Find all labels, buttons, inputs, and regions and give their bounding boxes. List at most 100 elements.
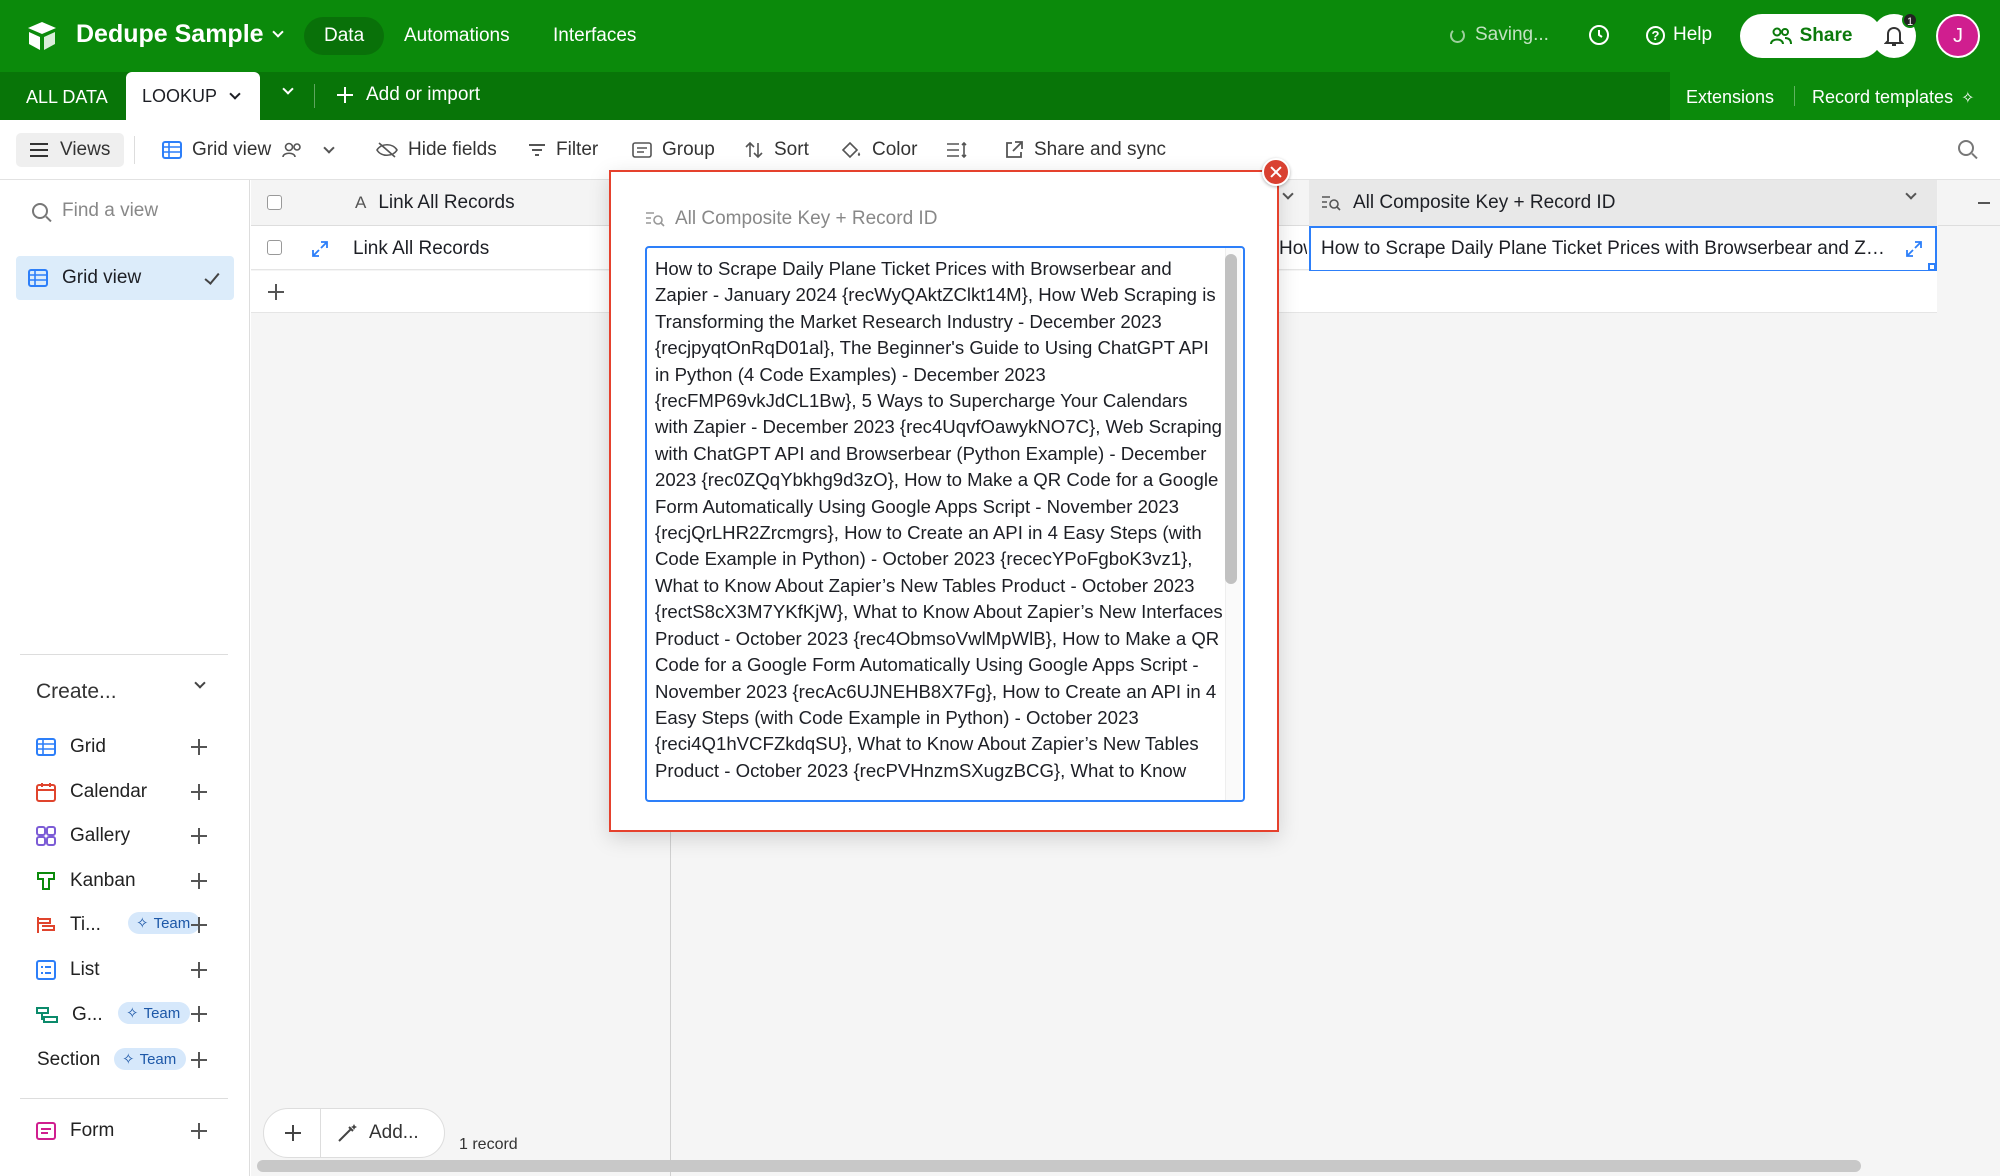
grid-icon: [162, 141, 182, 159]
table-tab-lookup[interactable]: LOOKUP: [126, 72, 260, 120]
row-height-icon: [947, 141, 967, 159]
add-list-plus-icon[interactable]: [191, 962, 207, 978]
add-form-plus-icon[interactable]: [191, 1123, 207, 1139]
create-item-label: Grid: [70, 736, 106, 757]
add-section-plus-icon[interactable]: [191, 1052, 207, 1068]
row-checkbox[interactable]: [267, 240, 282, 255]
group-icon: [632, 142, 652, 158]
textarea-scroll-track[interactable]: [1225, 248, 1241, 800]
lookup-cell[interactable]: How to Scrape Daily Plane Ticket Prices …: [1309, 226, 1937, 272]
list-icon: [36, 960, 56, 980]
table-tab-all-data[interactable]: ALL DATA: [26, 72, 108, 120]
help-button[interactable]: ? Help: [1646, 24, 1712, 46]
team-label: Team: [143, 1004, 181, 1022]
base-name-menu[interactable]: Dedupe Sample: [76, 20, 284, 49]
lookup-cell-value: How to Scrape Daily Plane Ticket Prices …: [1321, 238, 1903, 259]
airtable-logo-icon[interactable]: [24, 18, 60, 54]
share-and-sync-label: Share and sync: [1034, 139, 1167, 160]
gallery-icon: [36, 826, 56, 846]
add-gallery-plus-icon[interactable]: [191, 828, 207, 844]
bell-icon: [1884, 26, 1904, 46]
add-grid-plus-icon[interactable]: [191, 739, 207, 755]
record-templates-button[interactable]: Record templates ✧: [1812, 87, 1974, 108]
nav-tab-interfaces[interactable]: Interfaces: [533, 17, 656, 55]
notification-badge: 1: [1902, 12, 1918, 28]
sparkle-icon: ✧: [1961, 89, 1975, 107]
column-header-primary[interactable]: A Link All Records: [355, 192, 515, 214]
close-icon[interactable]: [1262, 158, 1290, 186]
team-badge: ✧ Team: [114, 1048, 187, 1070]
hide-fields-button[interactable]: Hide fields: [376, 120, 497, 180]
select-all-checkbox[interactable]: [267, 195, 282, 210]
add-timeline-plus-icon[interactable]: [191, 917, 207, 933]
textarea-scrollbar-thumb[interactable]: [1225, 254, 1237, 584]
search-icon: [32, 203, 48, 219]
find-view-input[interactable]: Find a view: [32, 200, 158, 222]
views-toggle-button[interactable]: Views: [16, 133, 125, 167]
create-item-label: G...: [72, 1004, 103, 1025]
timeline-icon: [37, 917, 55, 933]
sidebar-item-grid-view[interactable]: Grid view: [16, 256, 234, 300]
avatar[interactable]: J: [1936, 14, 1980, 58]
expanded-cell-dialog: All Composite Key + Record ID How to Scr…: [609, 170, 1279, 832]
create-label: Create...: [36, 680, 117, 703]
nav-tab-automations[interactable]: Automations: [384, 17, 530, 55]
create-item-label: Gallery: [70, 825, 131, 846]
create-gallery-view[interactable]: Gallery: [36, 821, 216, 851]
plus-icon[interactable]: [284, 1124, 302, 1142]
grid-view-label: Grid view: [192, 139, 272, 160]
add-or-import-button[interactable]: Add or import: [336, 84, 480, 106]
chevron-down-icon[interactable]: [194, 677, 206, 689]
column-menu-chevron-icon[interactable]: [1282, 188, 1294, 200]
grid-icon: [28, 269, 48, 287]
add-column-icon: [1978, 202, 1990, 204]
add-column-area[interactable]: [1938, 180, 2000, 226]
primary-cell[interactable]: Link All Records: [353, 238, 489, 260]
lookup-icon: [646, 212, 665, 227]
magic-wand-icon[interactable]: [337, 1123, 359, 1143]
horizontal-scrollbar[interactable]: [257, 1160, 1861, 1172]
color-label: Color: [872, 139, 918, 160]
create-list-view[interactable]: List: [36, 955, 216, 985]
filter-button[interactable]: Filter: [528, 120, 598, 180]
notifications-button[interactable]: 1: [1872, 12, 1918, 58]
create-calendar-view[interactable]: Calendar: [36, 777, 216, 807]
create-item-label: Calendar: [70, 781, 148, 802]
tables-menu-chevron-icon[interactable]: [282, 83, 294, 95]
create-view-header[interactable]: Create...: [36, 680, 117, 704]
expand-record-icon[interactable]: [311, 240, 329, 258]
lookup-icon: [1322, 196, 1341, 211]
fill-handle[interactable]: [1928, 263, 1935, 270]
create-grid-view[interactable]: Grid: [36, 732, 216, 762]
people-icon: [1769, 27, 1792, 45]
team-label: Team: [139, 1050, 177, 1068]
tabbar-right-panel: Extensions Record templates ✧: [1670, 72, 2000, 120]
create-kanban-view[interactable]: Kanban: [36, 866, 216, 896]
external-share-icon: [1006, 141, 1023, 158]
history-icon[interactable]: [1586, 22, 1612, 48]
create-form-view[interactable]: Form: [36, 1116, 216, 1146]
expanded-cell-text[interactable]: How to Scrape Daily Plane Ticket Prices …: [655, 256, 1223, 784]
filter-icon: [529, 144, 545, 156]
nav-tab-data[interactable]: Data: [304, 17, 385, 55]
extensions-button[interactable]: Extensions: [1686, 87, 1774, 108]
add-kanban-plus-icon[interactable]: [191, 873, 207, 889]
form-icon: [36, 1122, 56, 1140]
calendar-icon: [36, 783, 56, 802]
plus-icon: [337, 87, 353, 103]
partial-cell[interactable]: How: [1279, 238, 1307, 260]
chevron-down-icon[interactable]: [1905, 188, 1917, 200]
add-calendar-plus-icon[interactable]: [191, 784, 207, 800]
grid-view-switcher[interactable]: Grid view: [162, 120, 335, 180]
saving-status: Saving...: [1450, 24, 1549, 46]
column-header-lookup[interactable]: All Composite Key + Record ID: [1309, 180, 1937, 226]
share-button[interactable]: Share: [1740, 14, 1882, 58]
create-item-label: Kanban: [70, 870, 136, 891]
add-label[interactable]: Add...: [369, 1122, 419, 1144]
record-templates-label: Record templates: [1812, 87, 1954, 107]
hide-fields-label: Hide fields: [408, 139, 497, 160]
expand-cell-icon[interactable]: [1905, 240, 1923, 258]
add-gantt-plus-icon[interactable]: [191, 1006, 207, 1022]
search-icon[interactable]: [1958, 140, 1974, 156]
expanded-cell-textarea[interactable]: How to Scrape Daily Plane Ticket Prices …: [645, 246, 1245, 802]
